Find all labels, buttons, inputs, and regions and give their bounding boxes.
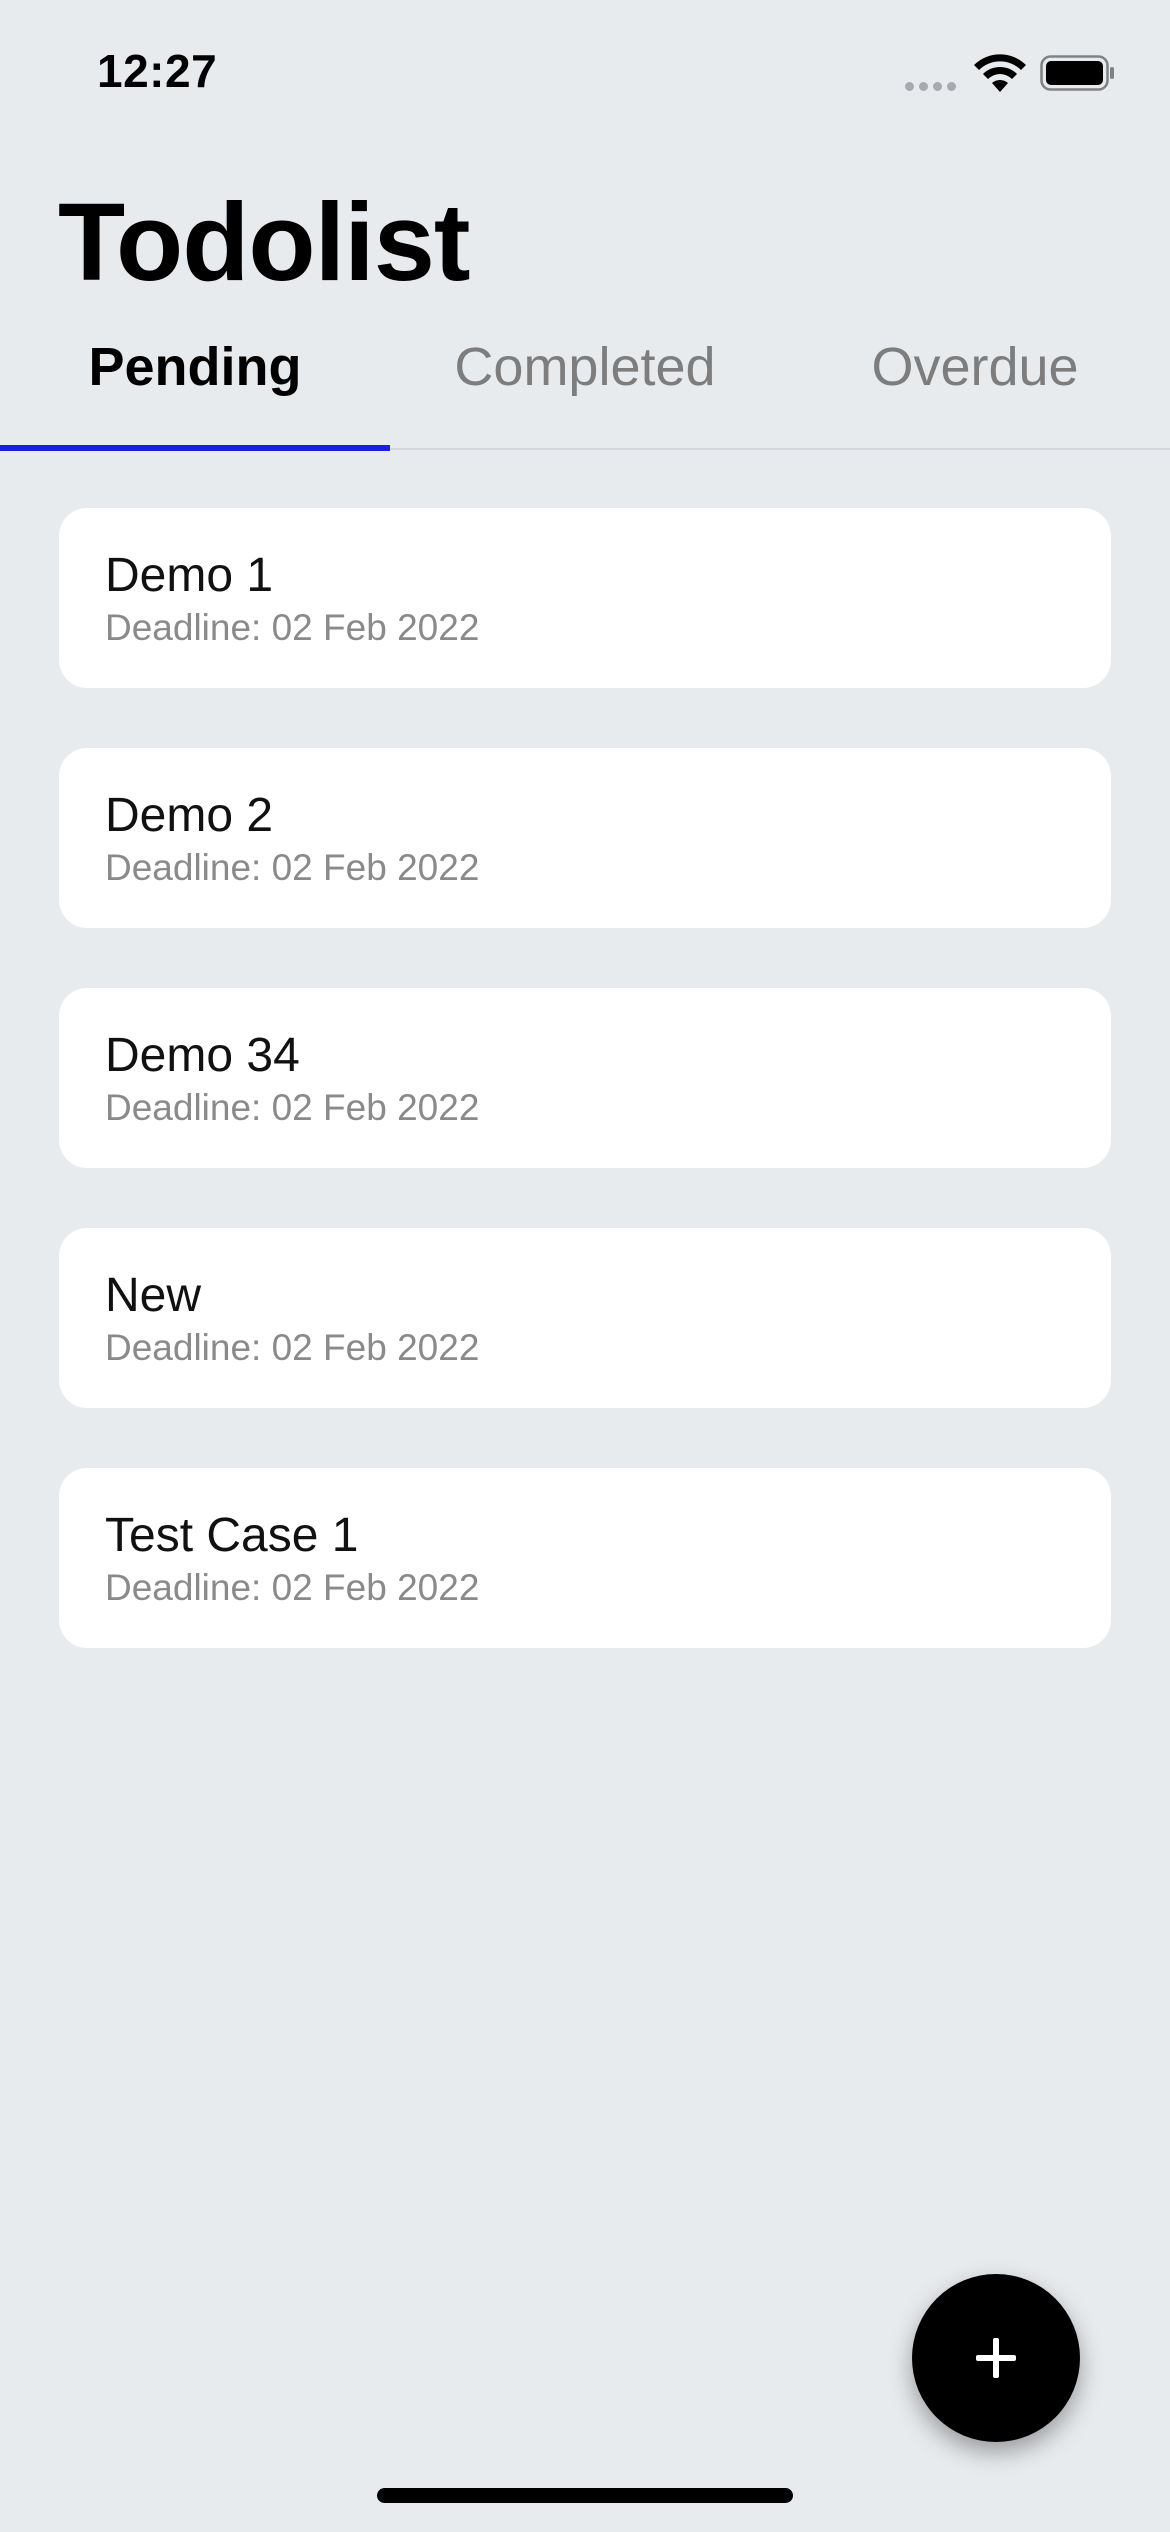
task-deadline: Deadline: 02 Feb 2022 (105, 1087, 480, 1128)
tab-pending[interactable]: Pending (0, 320, 390, 451)
page-title: Todolist (58, 181, 471, 304)
task-title: Demo 1 (105, 549, 274, 602)
cellular-signal-icon (905, 82, 956, 91)
plus-icon (976, 2338, 1016, 2378)
task-card[interactable]: Demo 2 Deadline: 02 Feb 2022 (59, 748, 1111, 928)
task-title: Demo 2 (105, 789, 274, 842)
tab-label: Overdue (871, 337, 1079, 397)
tab-overdue[interactable]: Overdue (780, 320, 1170, 448)
home-indicator[interactable] (377, 2488, 793, 2503)
add-task-button[interactable] (912, 2274, 1080, 2442)
task-deadline: Deadline: 02 Feb 2022 (105, 1327, 480, 1368)
task-deadline: Deadline: 02 Feb 2022 (105, 847, 480, 888)
battery-icon (1040, 55, 1114, 91)
task-title: Test Case 1 (105, 1509, 359, 1562)
task-title: New (105, 1269, 202, 1322)
tab-completed[interactable]: Completed (390, 320, 780, 448)
status-time: 12:27 (97, 45, 218, 97)
task-card[interactable]: New Deadline: 02 Feb 2022 (59, 1228, 1111, 1408)
task-list: Demo 1 Deadline: 02 Feb 2022 Demo 2 Dead… (59, 508, 1111, 1648)
task-card[interactable]: Test Case 1 Deadline: 02 Feb 2022 (59, 1468, 1111, 1648)
task-deadline: Deadline: 02 Feb 2022 (105, 1567, 480, 1608)
task-deadline: Deadline: 02 Feb 2022 (105, 607, 480, 648)
task-card[interactable]: Demo 34 Deadline: 02 Feb 2022 (59, 988, 1111, 1168)
status-bar: 12:27 (0, 0, 1170, 140)
task-title: Demo 34 (105, 1029, 300, 1082)
tab-label: Completed (454, 337, 716, 397)
wifi-icon (974, 54, 1026, 92)
tab-label: Pending (88, 337, 302, 397)
tab-bar: Pending Completed Overdue (0, 320, 1170, 451)
task-card[interactable]: Demo 1 Deadline: 02 Feb 2022 (59, 508, 1111, 688)
